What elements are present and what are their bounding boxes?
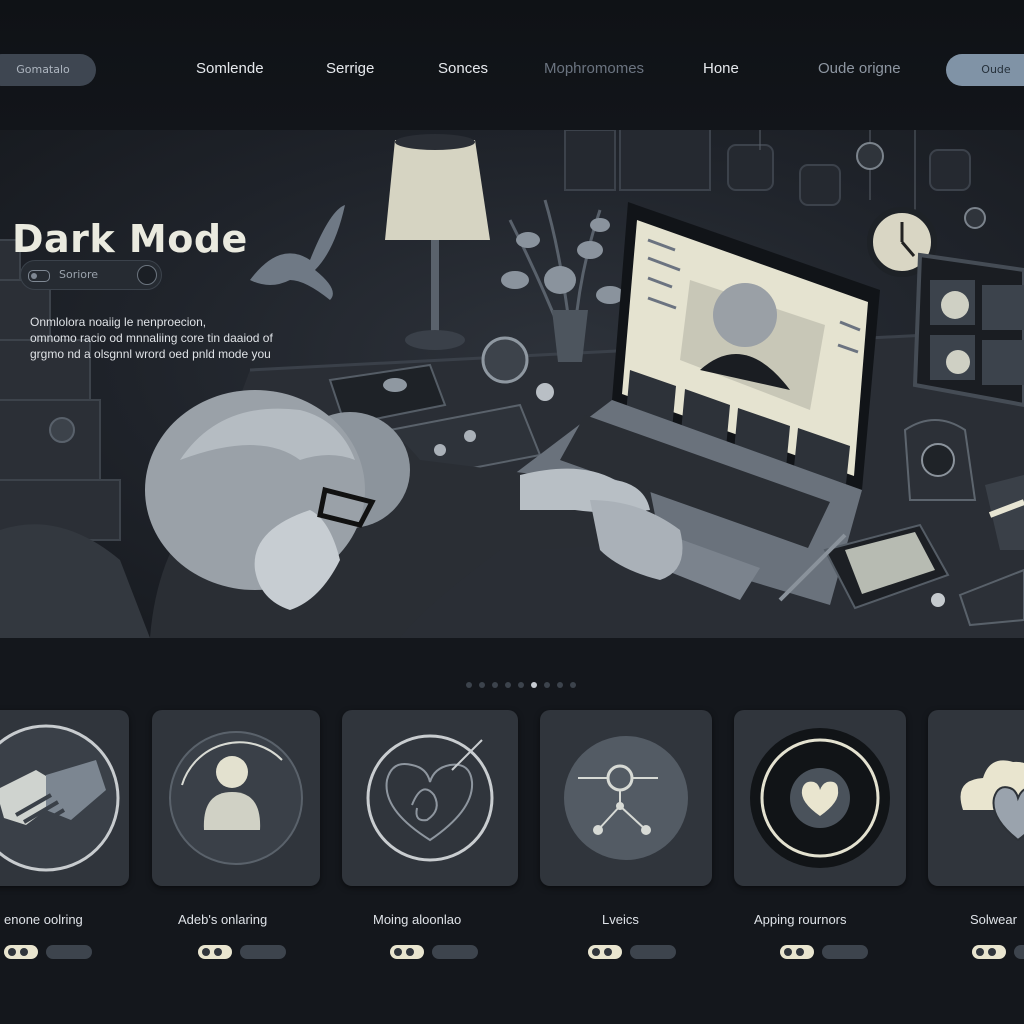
feature-card-6[interactable]: [928, 710, 1024, 886]
hero-search-placeholder: Soriore: [59, 268, 99, 281]
hero-description-line-3: grgmo nd a olsgnnl wrord oed pnld mode y…: [30, 347, 271, 361]
toggle-on-icon[interactable]: [390, 945, 424, 959]
cloud-heart-icon: [960, 760, 1024, 842]
nav-left-pill-button[interactable]: Gomatalo: [0, 54, 96, 86]
toggle-off-icon[interactable]: [46, 945, 92, 959]
toggle-icon: [28, 270, 50, 282]
feature-card-2-label: Adeb's onlaring: [178, 912, 268, 927]
toggle-off-icon[interactable]: [432, 945, 478, 959]
hero-search-input[interactable]: Soriore: [20, 260, 162, 290]
feature-card-3[interactable]: [342, 710, 518, 886]
toggle-off-icon[interactable]: [240, 945, 286, 959]
feature-card-4-label: Lveics: [602, 912, 639, 927]
nav-link-3[interactable]: Sonces: [438, 60, 488, 77]
carousel-dot[interactable]: [505, 682, 511, 688]
toggle-on-icon[interactable]: [972, 945, 1006, 959]
toggle-on-icon[interactable]: [198, 945, 232, 959]
carousel-dots: [466, 682, 576, 688]
hero-banner: Dark Mode Soriore Onmlolora noaiig le ne…: [0, 130, 1024, 638]
feature-card-3-label: Moing aloonlao: [373, 912, 462, 927]
person-icon: [169, 731, 303, 865]
nav-link-4[interactable]: Mophromomes: [544, 60, 644, 77]
toggle-on-icon[interactable]: [780, 945, 814, 959]
handshake-icon: [0, 724, 120, 872]
nav-link-1[interactable]: Somlende: [196, 60, 264, 77]
nav-link-secondary[interactable]: Oude origne: [818, 60, 901, 77]
toggle-off-icon[interactable]: [822, 945, 868, 959]
feature-card-6-label: Solwear: [970, 912, 1017, 927]
toggle-off-icon[interactable]: [630, 945, 676, 959]
heart-icon: [750, 728, 890, 868]
carousel-dot[interactable]: [466, 682, 472, 688]
feature-card-1-toggles: [4, 945, 92, 959]
hero-title: Dark Mode: [12, 217, 248, 262]
feature-card-1-label: enone oolring: [4, 912, 83, 927]
carousel-dot[interactable]: [570, 682, 576, 688]
feature-card-1[interactable]: [0, 710, 129, 886]
feature-card-2[interactable]: [152, 710, 320, 886]
toggle-on-icon[interactable]: [4, 945, 38, 959]
carousel-dot[interactable]: [492, 682, 498, 688]
heart-outline-icon: [366, 734, 494, 862]
feature-card-4[interactable]: [540, 710, 712, 886]
carousel-dot[interactable]: [518, 682, 524, 688]
carousel-dot[interactable]: [544, 682, 550, 688]
network-icon: [564, 736, 688, 860]
toggle-on-icon[interactable]: [588, 945, 622, 959]
nav-right-pill-button[interactable]: Oude: [946, 54, 1024, 86]
feature-card-6-toggles: [972, 945, 1024, 959]
toggle-off-icon[interactable]: [1014, 945, 1024, 959]
feature-card-4-toggles: [588, 945, 676, 959]
feature-card-5[interactable]: [734, 710, 906, 886]
nav-link-2[interactable]: Serrige: [326, 60, 374, 77]
feature-card-5-toggles: [780, 945, 868, 959]
feature-card-5-label: Apping rournors: [754, 912, 847, 927]
hero-description: Onmlolora noaiig le nenproecion, omnomo …: [30, 314, 360, 362]
carousel-dot[interactable]: [557, 682, 563, 688]
top-navigation: Gomatalo Somlende Serrige Sonces Mophrom…: [0, 0, 1024, 130]
hero-description-line-1: Onmlolora noaiig le nenproecion,: [30, 315, 207, 329]
search-knob-icon[interactable]: [137, 265, 157, 285]
feature-card-3-toggles: [390, 945, 478, 959]
feature-card-2-toggles: [198, 945, 286, 959]
carousel-dot[interactable]: [531, 682, 537, 688]
hero-description-line-2: omnomo racio od mnnaliing core tin daaio…: [30, 331, 273, 345]
nav-link-home[interactable]: Hone: [703, 60, 739, 77]
hero-illustration: [0, 130, 1024, 638]
carousel-dot[interactable]: [479, 682, 485, 688]
